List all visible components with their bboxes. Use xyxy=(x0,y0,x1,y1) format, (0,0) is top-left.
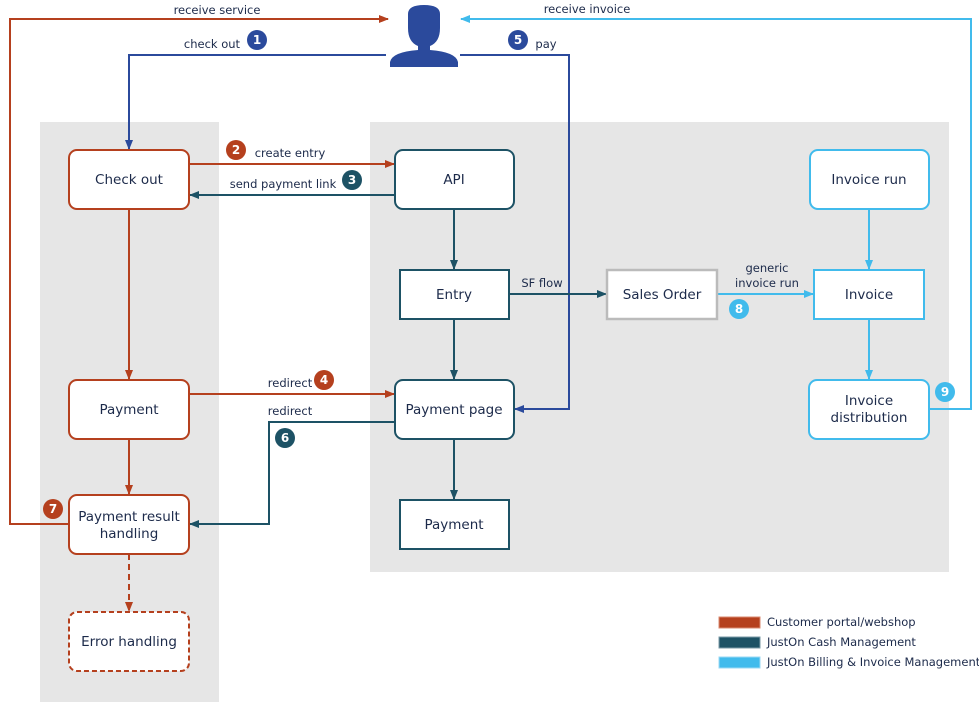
node-label: handling xyxy=(100,526,159,542)
legend-swatch xyxy=(718,656,761,669)
edge-label: redirect xyxy=(268,404,313,418)
legend-swatch xyxy=(718,616,761,629)
svg-text:8: 8 xyxy=(735,302,743,316)
user-icon xyxy=(390,5,458,67)
node-label: API xyxy=(443,172,464,188)
step-badge-9: 9 xyxy=(935,382,955,402)
node-label: Invoice xyxy=(845,287,893,303)
node-label: distribution xyxy=(831,410,908,426)
edge-label: receive service xyxy=(174,3,261,17)
step-badge-4: 4 xyxy=(314,370,334,390)
svg-text:4: 4 xyxy=(320,373,328,387)
step-badge-2: 2 xyxy=(226,140,246,160)
edge-label: invoice run xyxy=(735,276,799,290)
step-badge-6: 6 xyxy=(275,428,295,448)
edge-label: SF flow xyxy=(521,276,562,290)
edge-label: send payment link xyxy=(230,177,337,191)
svg-text:1: 1 xyxy=(253,33,261,47)
process-diagram: Check out Payment Payment result handlin… xyxy=(9,2,979,702)
node-label: Error handling xyxy=(81,634,177,650)
svg-text:6: 6 xyxy=(281,431,289,445)
edge-label: redirect xyxy=(268,376,313,390)
legend-label: JustOn Billing & Invoice Management xyxy=(766,655,979,669)
legend-label: JustOn Cash Management xyxy=(766,635,916,649)
step-badge-1: 1 xyxy=(247,30,267,50)
legend: Customer portal/webshop JustOn Cash Mana… xyxy=(718,615,979,669)
edge-label: receive invoice xyxy=(544,2,631,16)
edge-label: check out xyxy=(184,37,241,51)
svg-text:2: 2 xyxy=(232,143,240,157)
node-label: Sales Order xyxy=(623,287,702,303)
node-label: Check out xyxy=(95,172,163,188)
step-badge-7: 7 xyxy=(43,499,63,519)
step-badge-3: 3 xyxy=(342,170,362,190)
svg-text:5: 5 xyxy=(514,33,522,47)
svg-text:3: 3 xyxy=(348,173,356,187)
edge-label: generic xyxy=(746,261,789,275)
node-label: Payment result xyxy=(78,509,180,525)
node-label: Payment page xyxy=(405,402,502,418)
node-label: Payment xyxy=(99,402,158,418)
step-badge-5: 5 xyxy=(508,30,528,50)
node-label: Invoice xyxy=(845,393,893,409)
legend-label: Customer portal/webshop xyxy=(767,615,916,629)
node-label: Invoice run xyxy=(831,172,906,188)
edge-label: pay xyxy=(535,37,556,51)
svg-text:9: 9 xyxy=(941,385,949,399)
svg-text:7: 7 xyxy=(49,502,57,516)
step-badge-8: 8 xyxy=(729,299,749,319)
edge-label: create entry xyxy=(255,146,326,160)
legend-swatch xyxy=(718,636,761,649)
node-label: Entry xyxy=(436,287,472,303)
node-label: Payment xyxy=(424,517,483,533)
